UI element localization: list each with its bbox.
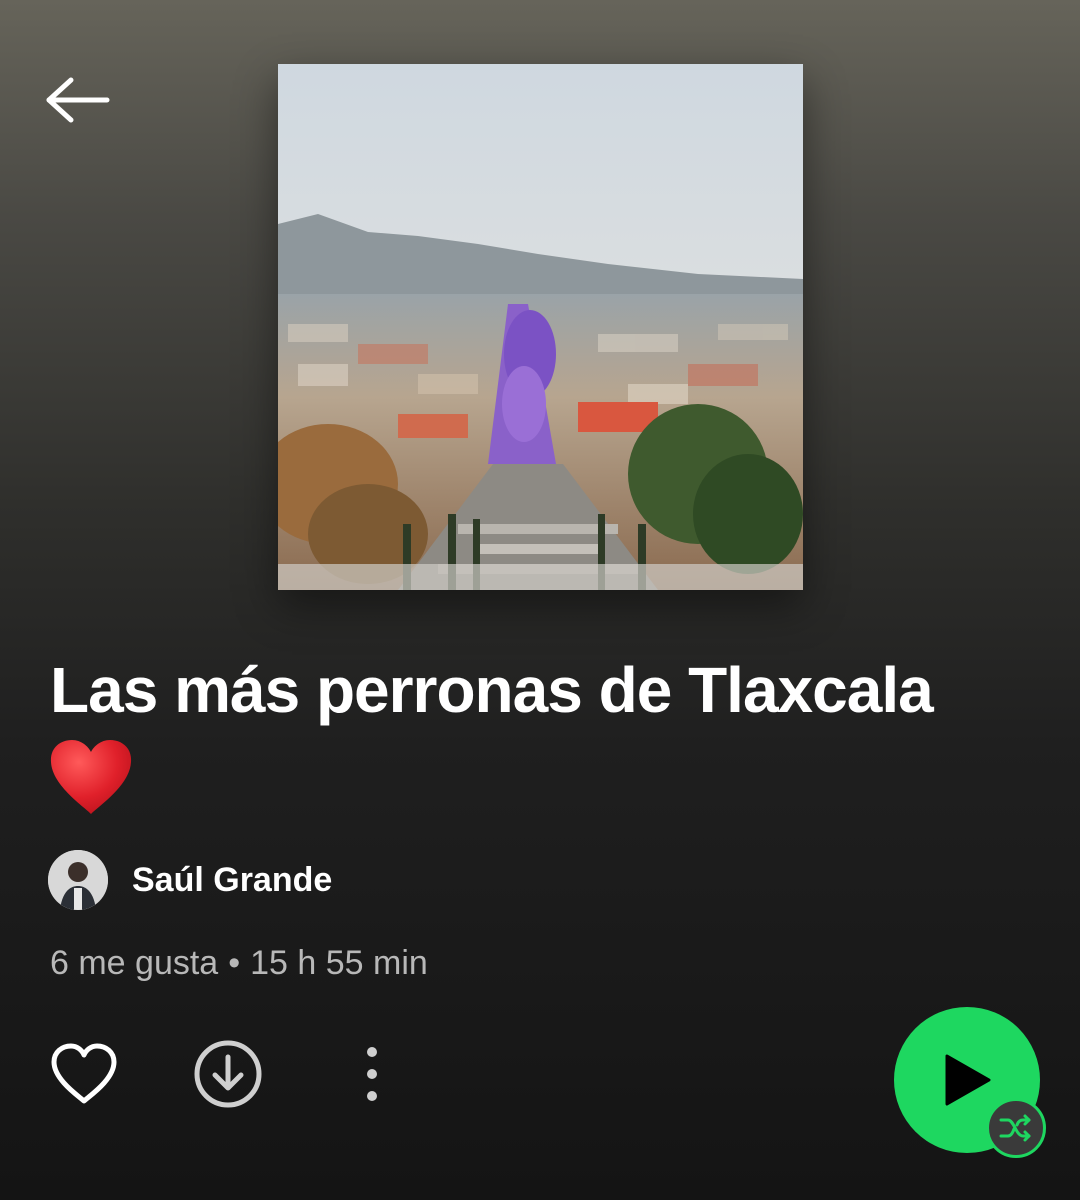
arrow-left-icon [46, 77, 110, 123]
download-circle-icon [194, 1040, 262, 1108]
back-button[interactable] [40, 70, 116, 130]
playlist-title: Las más perronas de Tlaxcala [50, 654, 934, 726]
download-button[interactable] [192, 1038, 264, 1110]
heart-outline-icon [51, 1043, 117, 1104]
meta-separator: • [228, 944, 241, 982]
play-icon [945, 1054, 991, 1106]
more-options-button[interactable] [340, 1040, 404, 1108]
playlist-cover-image [278, 64, 803, 590]
playlist-owner[interactable]: Saúl Grande [48, 850, 332, 910]
heart-emoji-icon [48, 738, 134, 816]
shuffle-button[interactable] [986, 1098, 1046, 1158]
owner-name: Saúl Grande [132, 860, 333, 899]
like-button[interactable] [48, 1038, 120, 1110]
playlist-meta: 6 me gusta • 15 h 55 min [50, 944, 428, 983]
total-duration: 15 h 55 min [250, 944, 428, 982]
likes-count: 6 me gusta [50, 944, 219, 982]
avatar [48, 850, 108, 910]
more-vertical-icon [367, 1047, 377, 1101]
shuffle-icon [999, 1114, 1031, 1142]
